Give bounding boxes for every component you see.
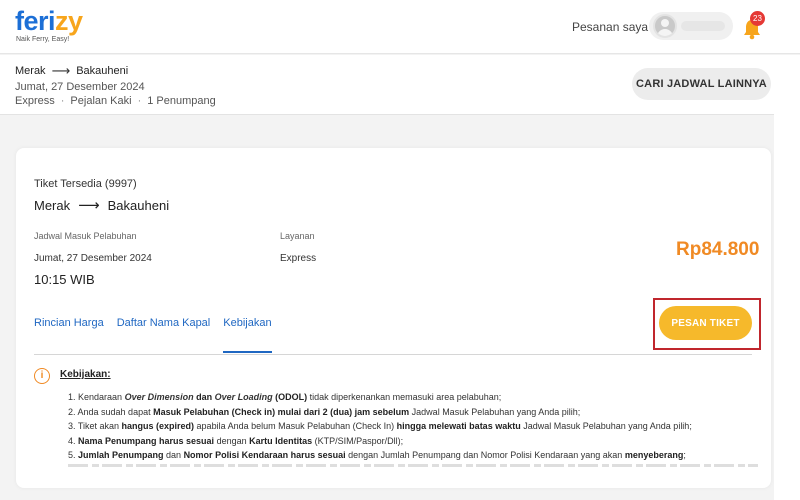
search-destination: Bakauheni [76,64,129,77]
search-origin: Merak [15,64,46,77]
logo-word-part1: feri [15,6,56,36]
search-meta: Express · Pejalan Kaki · 1 Penumpang [15,95,216,107]
search-date: Jumat, 27 Desember 2024 [15,81,145,93]
ticket-route: Merak ⟶ Bakauheni [34,198,169,213]
search-summary-bar: Merak ⟶ Bakauheni Jumat, 27 Desember 202… [0,55,800,115]
policy-item: 4. Nama Penumpang harus sesuai dengan Ka… [68,435,404,446]
ticket-price: Rp84.800 [676,239,760,260]
logo-wordmark: ferizy [15,8,83,35]
page-right-edge [774,55,800,500]
avatar [653,14,677,38]
ferizy-logo[interactable]: ferizy Naik Ferry, Easy! [15,8,83,44]
search-service: Express [15,95,55,107]
ticket-card: Tiket Tersedia (9997) Merak ⟶ Bakauheni … [16,148,771,488]
route-arrow-icon: ⟶ [51,63,71,78]
logo-tagline: Naik Ferry, Easy! [16,36,70,43]
policy-list: 1. Kendaraan Over Dimension dan Over Loa… [68,390,768,463]
tab-price-details[interactable]: Rincian Harga [34,317,104,353]
policy-title: Kebijakan: [60,369,111,380]
tab-divider [34,354,752,355]
my-orders-link[interactable]: Pesanan saya [572,20,648,34]
policy-item-cut-off [68,462,758,468]
policy-item: 1. Kendaraan Over Dimension dan Over Loa… [68,392,502,402]
user-account-menu[interactable] [649,12,733,40]
tab-ship-list[interactable]: Daftar Nama Kapal [117,317,211,353]
schedule-date: Jumat, 27 Desember 2024 [34,253,152,264]
order-ticket-button[interactable]: PESAN TIKET [659,306,752,340]
ticket-tabs: Rincian Harga Daftar Nama Kapal Kebijaka… [34,317,285,353]
info-icon: i [34,368,50,384]
search-passenger-type: Pejalan Kaki [70,95,132,107]
schedule-time: 10:15 WIB [34,272,95,287]
policy-item: 5. Jumlah Penumpang dan Nomor Polisi Ken… [68,450,686,460]
notification-count-badge: 23 [750,11,765,26]
meta-separator: · [60,95,65,107]
route-arrow-icon: ⟶ [78,197,100,214]
tab-policy[interactable]: Kebijakan [223,317,272,353]
service-value: Express [280,253,317,264]
schedule-label: Jadwal Masuk Pelabuhan [34,231,137,241]
ticket-origin: Merak [34,198,71,213]
search-route: Merak ⟶ Bakauheni [15,64,128,77]
service-label: Layanan [280,231,315,241]
ticket-destination: Bakauheni [107,198,170,213]
search-passenger-count: 1 Penumpang [147,95,216,107]
tickets-available: Tiket Tersedia (9997) [34,178,137,190]
user-name-redacted [681,21,725,31]
other-schedule-button[interactable]: CARI JADWAL LAINNYA [632,68,771,100]
top-navbar: ferizy Naik Ferry, Easy! Pesanan saya 23 [0,0,800,54]
meta-separator: · [137,95,142,107]
policy-item: 3. Tiket akan hangus (expired) apabila A… [68,421,692,431]
policy-item: 2. Anda sudah dapat Masuk Pelabuhan (Che… [68,406,581,417]
logo-word-part2: zy [55,6,83,36]
